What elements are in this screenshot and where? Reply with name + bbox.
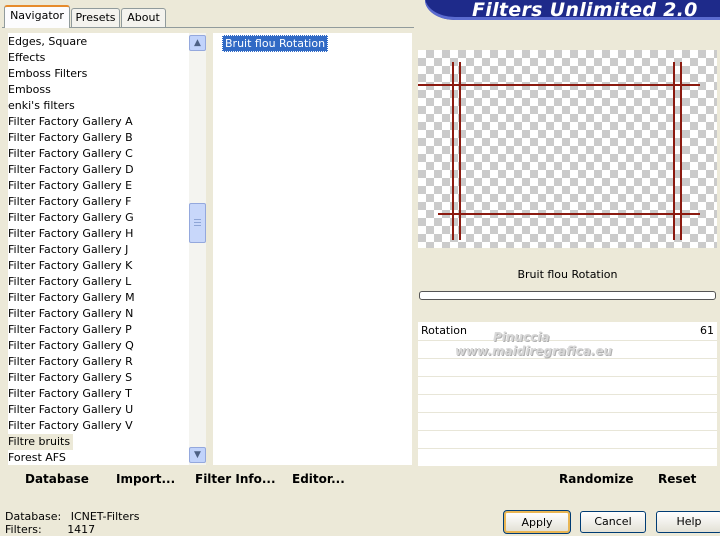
category-item[interactable]: Effects: [8, 50, 45, 66]
category-item[interactable]: Filtre bruits: [8, 434, 74, 450]
category-item[interactable]: Edges, Square: [8, 34, 87, 50]
param-rotation-value[interactable]: 61: [700, 324, 714, 337]
category-item[interactable]: Filter Factory Gallery M: [8, 290, 135, 306]
category-item[interactable]: Forest AFS: [8, 450, 66, 466]
status-database-label: Database:: [5, 510, 62, 523]
category-item[interactable]: Filter Factory Gallery T: [8, 386, 132, 402]
category-item[interactable]: Filter Factory Gallery P: [8, 322, 132, 338]
frame-line-left-inner: [459, 62, 461, 240]
category-item[interactable]: Filter Factory Gallery N: [8, 306, 133, 322]
status-filters-label: Filters:: [5, 523, 42, 536]
scroll-grip-line: [194, 219, 201, 220]
progress-bar: [419, 291, 716, 300]
frame-line-bottom: [438, 213, 700, 215]
scroll-up-button[interactable]: ▲: [189, 35, 206, 51]
category-item[interactable]: Filter Factory Gallery G: [8, 210, 134, 226]
scroll-grip-line: [194, 225, 201, 226]
watermark: Pinuccia www.maidiregrafica.eu: [455, 330, 612, 358]
scroll-down-button[interactable]: ▼: [189, 447, 206, 463]
tab-navigator[interactable]: Navigator: [4, 5, 70, 28]
watermark-line2: www.maidiregrafica.eu: [455, 344, 613, 358]
app-title: Filters Unlimited 2.0: [472, 0, 698, 21]
category-item[interactable]: Emboss Filters: [8, 66, 87, 82]
editor-button[interactable]: Editor...: [292, 472, 345, 486]
category-item[interactable]: Filter Factory Gallery F: [8, 194, 131, 210]
cancel-button[interactable]: Cancel: [580, 511, 646, 533]
category-item[interactable]: Filter Factory Gallery R: [8, 354, 133, 370]
category-item[interactable]: enki's filters: [8, 98, 75, 114]
category-item[interactable]: Filter Factory Gallery U: [8, 402, 133, 418]
param-row-divider: [418, 412, 717, 413]
category-item[interactable]: Filter Factory Gallery K: [8, 258, 132, 274]
database-button[interactable]: Database: [25, 472, 89, 486]
category-item[interactable]: Filter Factory Gallery Q: [8, 338, 134, 354]
param-row-divider: [418, 376, 717, 377]
param-row-divider: [418, 394, 717, 395]
randomize-button[interactable]: Randomize: [559, 472, 633, 486]
category-item[interactable]: Filter Factory Gallery V: [8, 418, 133, 434]
status-filters: Filters: 1417: [5, 523, 95, 536]
status-database: Database: ICNET-Filters: [5, 510, 139, 523]
category-item[interactable]: Filter Factory Gallery C: [8, 146, 133, 162]
scroll-grip-line: [194, 222, 201, 223]
scroll-thumb[interactable]: [189, 203, 206, 243]
tab-about[interactable]: About: [121, 8, 166, 27]
category-item[interactable]: Filter Factory Gallery H: [8, 226, 133, 242]
category-item[interactable]: Filter Factory Gallery J: [8, 242, 128, 258]
param-row-divider: [418, 448, 717, 449]
status-database-value: ICNET-Filters: [70, 510, 140, 523]
param-row-divider: [418, 358, 717, 359]
category-item[interactable]: Filter Factory Gallery D: [8, 162, 134, 178]
tab-presets[interactable]: Presets: [71, 8, 120, 27]
apply-button[interactable]: Apply: [503, 510, 571, 534]
filter-info-button[interactable]: Filter Info...: [195, 472, 276, 486]
filter-item-selected[interactable]: Bruit flou Rotation: [222, 35, 329, 52]
watermark-line1: Pinuccia: [493, 330, 550, 344]
category-item[interactable]: Emboss: [8, 82, 51, 98]
category-item[interactable]: Filter Factory Gallery A: [8, 114, 133, 130]
help-button[interactable]: Help: [656, 511, 720, 533]
current-filter-name: Bruit flou Rotation: [517, 268, 618, 281]
category-item[interactable]: Filter Factory Gallery B: [8, 130, 133, 146]
filter-listbox[interactable]: [213, 33, 412, 465]
category-scrollbar[interactable]: [189, 33, 206, 465]
frame-line-right-inner: [673, 62, 675, 240]
category-item[interactable]: Filter Factory Gallery L: [8, 274, 131, 290]
frame-line-left-outer: [452, 62, 454, 240]
frame-line-right-outer: [680, 62, 682, 240]
reset-button[interactable]: Reset: [658, 472, 696, 486]
category-item[interactable]: Filter Factory Gallery E: [8, 178, 132, 194]
param-row-divider: [418, 430, 717, 431]
import-button[interactable]: Import...: [116, 472, 175, 486]
category-item[interactable]: Filter Factory Gallery S: [8, 370, 132, 386]
status-filters-value: 1417: [67, 523, 96, 536]
